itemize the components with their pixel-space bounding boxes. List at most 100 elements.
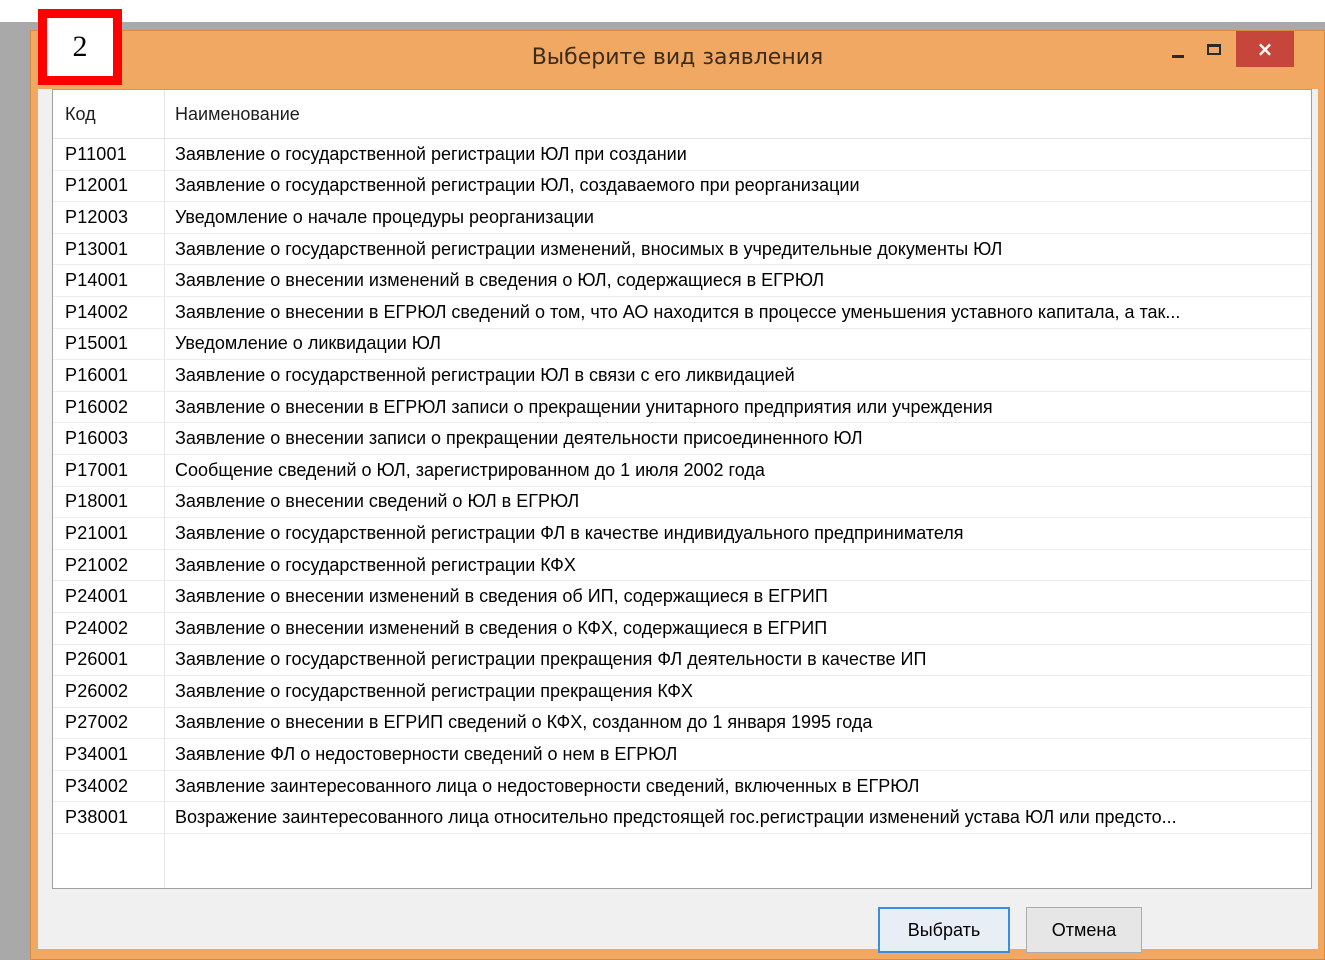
cell-name-text: Уведомление о ликвидации ЮЛ: [175, 333, 441, 354]
cell-code: P14001: [53, 265, 165, 296]
cell-code-text: P27002: [65, 712, 129, 733]
table-row[interactable]: P16003 Заявление о внесении записи о прек…: [53, 423, 1311, 455]
cell-name: Заявление ФЛ о недостоверности сведений …: [165, 739, 1311, 770]
cell-name-text: Заявление о внесении в ЕГРИП сведений о …: [175, 712, 873, 733]
cell-name-text: Заявление заинтересованного лица о недос…: [175, 775, 920, 796]
table-row[interactable]: P26001 Заявление о государственной регист…: [53, 644, 1311, 677]
cell-name: Заявление о внесении записи о прекращени…: [165, 423, 1311, 454]
dialog-window: Выберите вид заявления × Код Наименовани…: [30, 30, 1325, 960]
cell-name-text: Заявление о государственной регистрации …: [175, 175, 860, 196]
cell-code: P16002: [53, 391, 165, 423]
table-row[interactable]: P21001 Заявление о государственной регист…: [53, 518, 1311, 550]
cell-name: Заявление о внесении изменений в сведени…: [165, 265, 1311, 296]
step-number-badge: 2: [38, 9, 122, 85]
cell-name: Сообщение сведений о ЮЛ, зарегистрирован…: [165, 455, 1311, 486]
maximize-button[interactable]: [1196, 31, 1232, 67]
table-row[interactable]: P16002 Заявление о внесении в ЕГРЮЛ запис…: [53, 391, 1311, 424]
cell-code-text: P26001: [65, 649, 129, 670]
close-button[interactable]: ×: [1236, 31, 1294, 67]
grid-header: Код Наименование: [53, 90, 1311, 139]
maximize-icon: [1207, 43, 1221, 55]
cell-code: P18001: [53, 486, 165, 518]
cell-name: Заявление о государственной регистрации …: [165, 234, 1311, 265]
cell-code: P15001: [53, 328, 165, 360]
table-row[interactable]: P27002 Заявление о внесении в ЕГРИП сведе…: [53, 707, 1311, 740]
cell-name-text: Заявление о государственной регистрации …: [175, 238, 1003, 259]
cell-name: Заявление о государственной регистрации …: [165, 676, 1311, 707]
dialog-client-area: Код Наименование P11001 Заявление о госуд…: [38, 89, 1318, 953]
table-row[interactable]: P14001 Заявление о внесении изменений в с…: [53, 265, 1311, 297]
cell-code: P21002: [53, 549, 165, 581]
table-row[interactable]: P26002 Заявление о государственной регист…: [53, 676, 1311, 708]
table-row[interactable]: P11001 Заявление о государственной регист…: [53, 139, 1311, 171]
cell-code: P38001: [53, 802, 165, 834]
cell-name-text: Уведомление о начале процедуры реорганиз…: [175, 206, 594, 227]
cell-name: Заявление заинтересованного лица о недос…: [165, 771, 1311, 802]
cell-code-text: P14001: [65, 270, 129, 291]
table-row[interactable]: P18001 Заявление о внесении сведений о ЮЛ…: [53, 486, 1311, 519]
minimize-button[interactable]: [1160, 31, 1196, 67]
cancel-button[interactable]: Отмена: [1026, 907, 1142, 953]
table-row[interactable]: P13001 Заявление о государственной регист…: [53, 233, 1311, 266]
cell-code: P13001: [53, 233, 165, 265]
table-row[interactable]: P24001 Заявление о внесении изменений в с…: [53, 581, 1311, 613]
cell-code-text: P21001: [65, 522, 129, 543]
select-button[interactable]: Выбрать: [878, 907, 1010, 953]
close-icon: ×: [1256, 37, 1274, 61]
cell-name: Заявление о государственной регистрации …: [165, 139, 1311, 170]
cell-name-text: Заявление о внесении сведений о ЮЛ в ЕГР…: [175, 491, 580, 512]
cell-code-text: P17001: [65, 459, 129, 480]
cell-code: P11001: [53, 139, 165, 170]
grid-empty-code-column: [53, 834, 165, 888]
table-row[interactable]: P16001 Заявление о государственной регист…: [53, 360, 1311, 392]
cell-code-text: P18001: [65, 491, 129, 512]
title-bar[interactable]: Выберите вид заявления ×: [31, 31, 1324, 91]
cell-code: P21001: [53, 518, 165, 549]
grid-body: P11001 Заявление о государственной регист…: [53, 139, 1311, 835]
statement-type-grid[interactable]: Код Наименование P11001 Заявление о госуд…: [52, 89, 1312, 889]
cell-name-text: Заявление ФЛ о недостоверности сведений …: [175, 744, 678, 765]
table-row[interactable]: P24002 Заявление о внесении изменений в с…: [53, 612, 1311, 645]
table-row[interactable]: P38001 Возражение заинтересованного лица …: [53, 802, 1311, 835]
dialog-title: Выберите вид заявления: [531, 45, 824, 70]
cell-code-text: P11001: [65, 143, 127, 164]
table-row[interactable]: P12001 Заявление о государственной регист…: [53, 170, 1311, 203]
table-row[interactable]: P17001 Сообщение сведений о ЮЛ, зарегистр…: [53, 454, 1311, 487]
column-header-code[interactable]: Код: [53, 90, 165, 138]
grid-empty-area: [53, 834, 1311, 888]
minimize-icon: [1172, 54, 1184, 58]
window-controls: ×: [1160, 31, 1294, 67]
cell-name: Заявление о государственной регистрации …: [165, 171, 1311, 202]
cell-name: Уведомление о начале процедуры реорганиз…: [165, 202, 1311, 233]
cell-code: P24001: [53, 581, 165, 612]
table-row[interactable]: P14002 Заявление о внесении в ЕГРЮЛ сведе…: [53, 296, 1311, 329]
cell-name-text: Заявление о внесении в ЕГРЮЛ сведений о …: [175, 301, 1181, 322]
cell-code-text: P24001: [65, 586, 129, 607]
table-row[interactable]: P34001 Заявление ФЛ о недостоверности све…: [53, 739, 1311, 771]
cell-name: Возражение заинтересованного лица относи…: [165, 802, 1311, 833]
table-row[interactable]: P12003 Уведомление о начале процедуры рео…: [53, 202, 1311, 234]
cell-code-text: P14002: [65, 301, 129, 322]
cell-code-text: P13001: [65, 238, 129, 259]
table-row[interactable]: P15001 Уведомление о ликвидации ЮЛ: [53, 328, 1311, 361]
table-row[interactable]: P34002 Заявление заинтересованного лица о…: [53, 770, 1311, 803]
cell-code: P12001: [53, 170, 165, 202]
column-header-name[interactable]: Наименование: [165, 90, 1311, 138]
cell-code-text: P16001: [65, 364, 129, 385]
cell-code-text: P12001: [65, 175, 129, 196]
cell-name-text: Заявление о внесении изменений в сведени…: [175, 270, 825, 291]
cell-code: P14002: [53, 296, 165, 328]
cell-code-text: P21002: [65, 554, 129, 575]
cell-name: Заявление о внесении в ЕГРЮЛ сведений о …: [165, 297, 1311, 328]
cell-name-text: Заявление о внесении изменений в сведени…: [175, 586, 828, 607]
step-number: 2: [72, 30, 88, 63]
cell-name: Заявление о государственной регистрации …: [165, 645, 1311, 676]
cell-name: Заявление о внесении изменений в сведени…: [165, 581, 1311, 612]
cell-name-text: Сообщение сведений о ЮЛ, зарегистрирован…: [175, 459, 765, 480]
table-row[interactable]: P21002 Заявление о государственной регист…: [53, 549, 1311, 582]
cell-code: P12003: [53, 202, 165, 233]
cell-code-text: P16002: [65, 396, 129, 417]
cell-code-text: P34002: [65, 775, 129, 796]
cell-name: Уведомление о ликвидации ЮЛ: [165, 329, 1311, 360]
cell-name-text: Заявление о государственной регистрации …: [175, 522, 964, 543]
